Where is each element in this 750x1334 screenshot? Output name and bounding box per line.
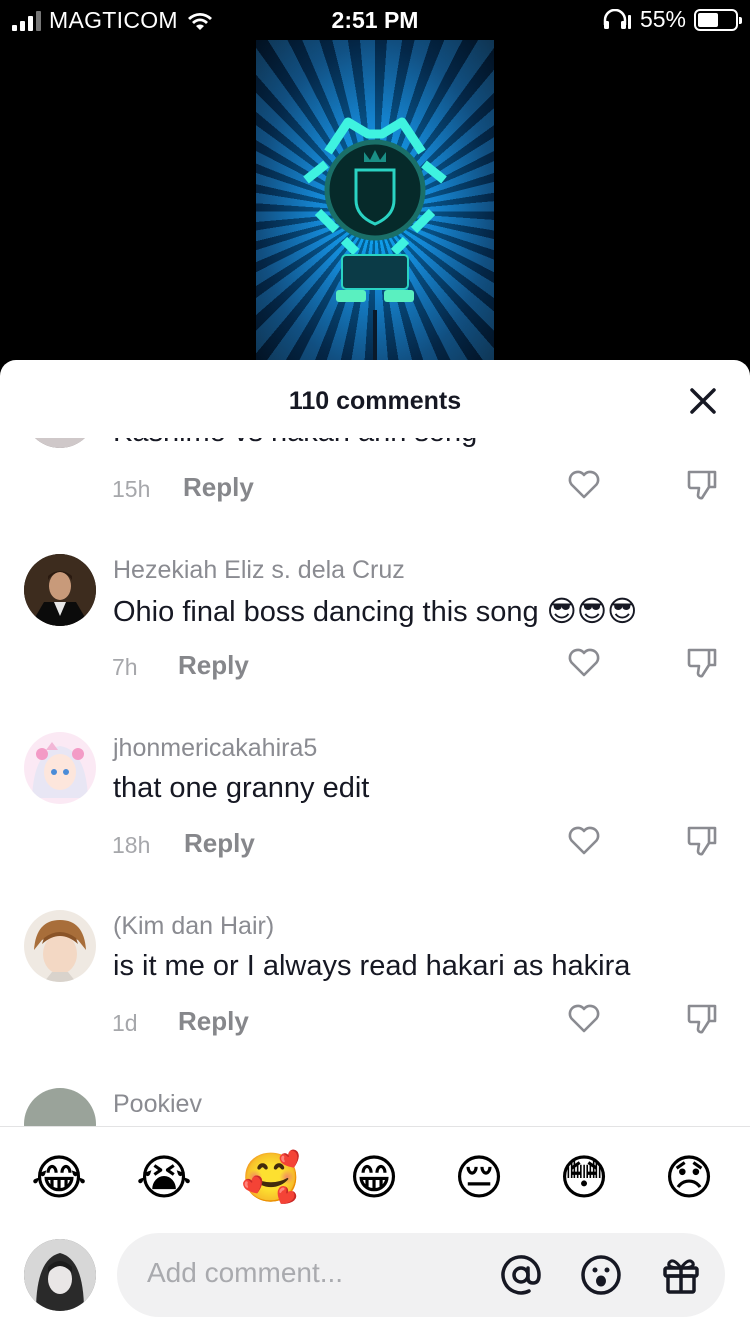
- emoji-button[interactable]: 😳: [556, 1151, 612, 1207]
- video-player[interactable]: [256, 40, 494, 370]
- comments-sheet: 110 comments Kashimo vs hakari ahh song …: [0, 360, 750, 1334]
- comment-time: 1d: [112, 1010, 138, 1036]
- emoji-picker-button[interactable]: [579, 1253, 623, 1297]
- emoji-button[interactable]: 😔: [451, 1151, 507, 1207]
- emoji-button[interactable]: 😂: [31, 1151, 87, 1207]
- avatar-image: [24, 438, 96, 448]
- close-icon: [690, 388, 716, 414]
- avatar[interactable]: [24, 438, 96, 448]
- thumbs-down-icon: [687, 826, 717, 856]
- battery-fill: [698, 12, 718, 27]
- gift-icon: [663, 1259, 699, 1294]
- avatar[interactable]: [24, 910, 96, 982]
- status-right: 55%: [602, 6, 742, 33]
- avatar-image: [34, 920, 86, 982]
- reply-button[interactable]: Reply: [184, 828, 255, 859]
- my-avatar: [24, 1239, 96, 1311]
- heart-icon: [568, 648, 600, 677]
- gift-button[interactable]: [659, 1253, 703, 1297]
- comment-composer: Add comment...: [0, 1227, 750, 1334]
- comment-time: 15h: [112, 476, 151, 502]
- video-figure: [303, 117, 447, 370]
- sheet-header: 110 comments: [0, 360, 750, 438]
- emoji-button[interactable]: 😞: [661, 1151, 717, 1207]
- heart-icon: [568, 1004, 600, 1033]
- comment-username[interactable]: Pookiev: [113, 1090, 202, 1119]
- avatar-image: [32, 742, 88, 798]
- avatar-image: [24, 1239, 96, 1311]
- comment-item: Hezekiah Eliz s. dela Cruz Ohio final bo…: [0, 554, 750, 732]
- comment-text: is it me or I always read hakari as haki…: [113, 950, 631, 982]
- comment-input[interactable]: Add comment...: [117, 1233, 725, 1317]
- reply-button[interactable]: Reply: [183, 472, 254, 503]
- at-icon: [501, 1255, 541, 1295]
- comment-input-placeholder: Add comment...: [147, 1257, 344, 1288]
- like-button[interactable]: [566, 1000, 602, 1036]
- avatar[interactable]: [24, 554, 96, 626]
- battery-percent: 55%: [639, 6, 686, 32]
- comment-item: Pookiev: [0, 1088, 750, 1126]
- status-bar: MAGTICOM 2:51 PM 55%: [0, 0, 750, 40]
- emoji-button[interactable]: 🥰: [241, 1151, 301, 1207]
- comment-text: Ohio final boss dancing this song 😎😎😎: [113, 596, 638, 628]
- emoji-button[interactable]: 😭: [136, 1151, 192, 1207]
- mention-button[interactable]: [499, 1253, 543, 1297]
- comment-time: 7h: [112, 654, 138, 680]
- comment-item: Kashimo vs hakari ahh song 15h Reply: [0, 438, 750, 554]
- heart-icon: [568, 470, 600, 499]
- avatar[interactable]: [24, 1088, 96, 1126]
- like-button[interactable]: [566, 822, 602, 858]
- quick-emoji-row: 😂 😭 🥰 😁 😔 😳 😞: [0, 1127, 750, 1227]
- dislike-button[interactable]: [685, 646, 719, 680]
- comment-username[interactable]: jhonmericakahira5: [113, 734, 317, 763]
- comment-text: that one granny edit: [113, 772, 370, 804]
- avatar-image: [24, 554, 96, 626]
- dislike-button[interactable]: [685, 1002, 719, 1036]
- heart-icon: [568, 826, 600, 855]
- like-button[interactable]: [566, 644, 602, 680]
- avatar[interactable]: [24, 732, 96, 804]
- dislike-button[interactable]: [685, 824, 719, 858]
- reply-button[interactable]: Reply: [178, 1006, 249, 1037]
- comment-item: jhonmericakahira5 that one granny edit 1…: [0, 732, 750, 910]
- comment-time: 18h: [112, 832, 151, 858]
- comments-count-title: 110 comments: [288, 387, 462, 415]
- headphones-icon: [603, 8, 631, 29]
- thumbs-down-icon: [687, 1004, 717, 1034]
- battery-icon: [694, 8, 742, 31]
- smiley-icon: [581, 1255, 621, 1295]
- comment-username[interactable]: Hezekiah Eliz s. dela Cruz: [113, 556, 405, 585]
- like-button[interactable]: [566, 466, 602, 502]
- comment-item: (Kim dan Hair) is it me or I always read…: [0, 910, 750, 1088]
- comment-text: Kashimo vs hakari ahh song: [113, 438, 477, 449]
- comment-username[interactable]: (Kim dan Hair): [113, 912, 274, 941]
- close-button[interactable]: [686, 384, 720, 418]
- emoji-button[interactable]: 😁: [346, 1151, 402, 1207]
- comments-list[interactable]: Kashimo vs hakari ahh song 15h Reply: [0, 438, 750, 1126]
- dislike-button[interactable]: [685, 468, 719, 502]
- thumbs-down-icon: [687, 648, 717, 678]
- reply-button[interactable]: Reply: [178, 650, 249, 681]
- thumbs-down-icon: [687, 470, 717, 500]
